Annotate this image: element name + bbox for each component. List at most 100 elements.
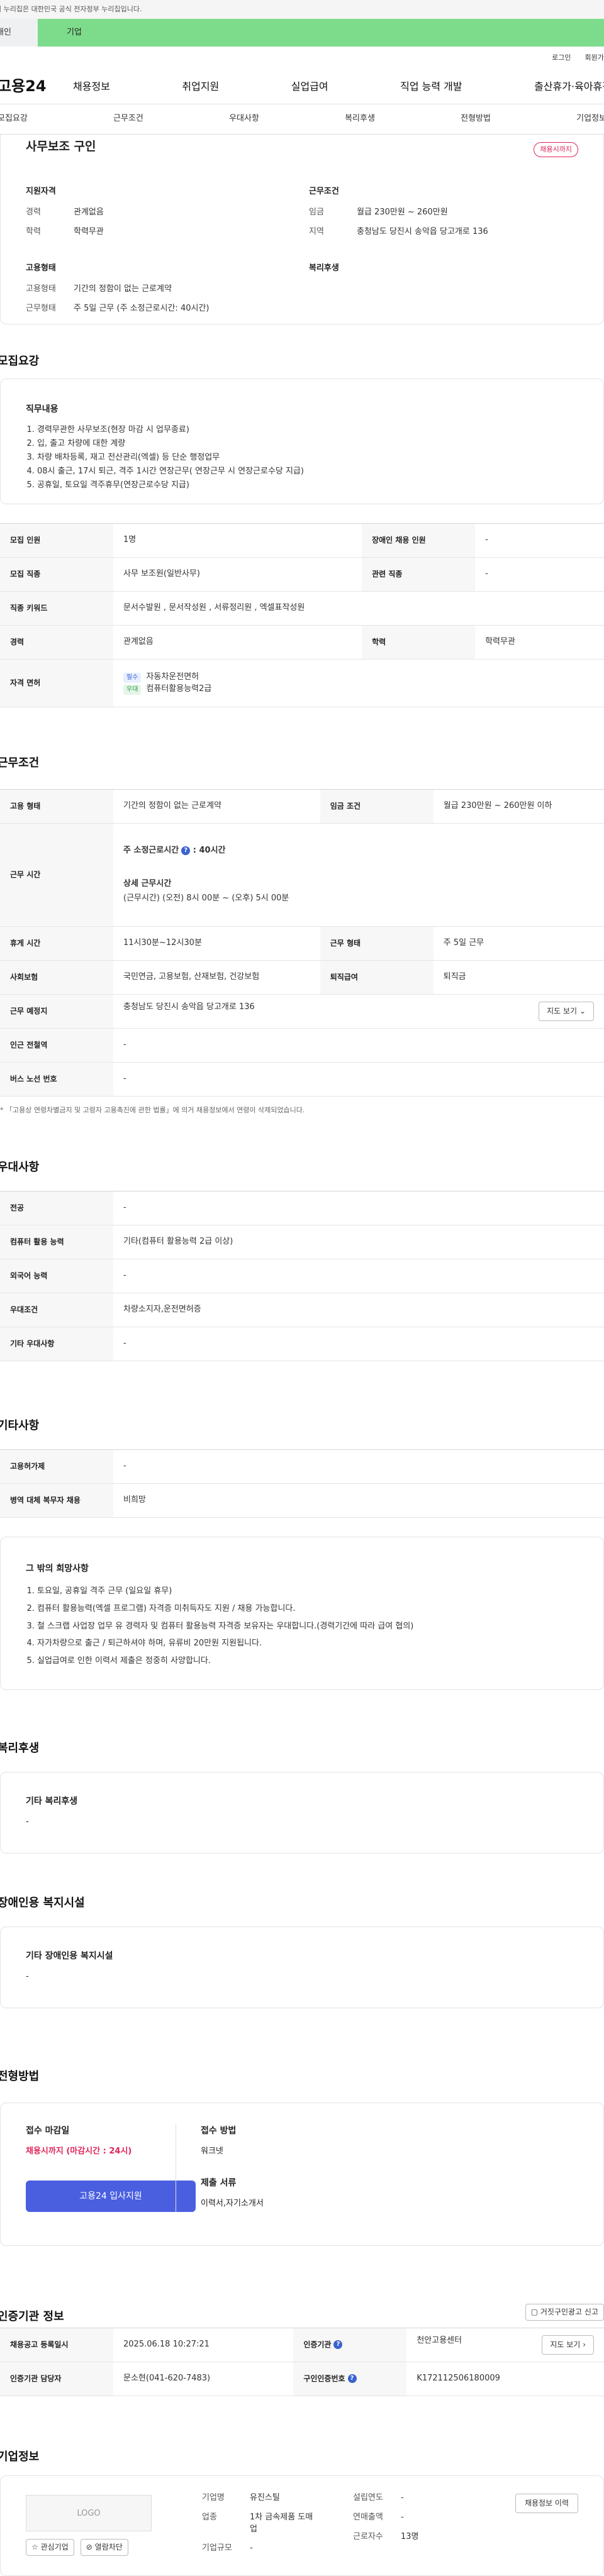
license-value: 필수 자동차운전면허 우대 컴퓨터활용능력2급 <box>113 659 604 707</box>
other-requests-title: 그 밖의 희망사항 <box>26 1563 89 1574</box>
help-icon[interactable]: ? <box>333 2340 343 2350</box>
gnb-item-support[interactable]: 취업지원 <box>182 79 219 94</box>
process-title: 전형방법 <box>0 2069 40 2083</box>
method-value: 워크넷 <box>201 2147 223 2157</box>
major-label: 전공 <box>0 1191 113 1225</box>
emptype-label: 고용형태 <box>26 284 56 294</box>
block-button[interactable]: ⊘ 열람차단 <box>80 2538 128 2557</box>
count-label: 모집 인원 <box>0 523 113 558</box>
util-bar: 로그인 회원가입 <box>0 47 604 69</box>
org-map-button[interactable]: 지도 보기 › <box>542 2335 594 2355</box>
gnb-item-unemployment[interactable]: 실업급여 <box>291 79 328 94</box>
employees-value: 13명 <box>401 2531 419 2541</box>
subnav-recruit[interactable]: 모집요강 <box>0 113 28 125</box>
year-value: - <box>401 2492 404 2502</box>
worktype-label: 근무형태 <box>26 303 56 313</box>
wage-cond-label: 임금 조건 <box>320 789 433 824</box>
qualification-block: 지원자격 경력 관계없음 학력 학력무관 <box>26 186 277 246</box>
hire-permit-value: - <box>113 1449 604 1484</box>
manager-label: 인증기관 담당자 <box>0 2362 113 2396</box>
industry-value: 1차 금속제품 도매업 <box>250 2512 313 2534</box>
duty-item: 차량 배차등록, 재고 전산관리(엑셀) 등 단순 행정업무 <box>37 452 578 464</box>
login-link[interactable]: 로그인 <box>552 53 571 63</box>
subnav-welfare[interactable]: 복리후생 <box>345 113 375 125</box>
severance-value: 퇴직금 <box>433 960 604 995</box>
subnav-preferences[interactable]: 우대사항 <box>229 113 259 125</box>
gnb-item-training[interactable]: 직업 능력 개발 <box>400 79 462 94</box>
process-box: 접수 마감일 채용시까지 (마감시간 : 24시) 고용24 입사지원 접수 방… <box>0 2102 604 2246</box>
wage-cond-value: 월급 230만원 ~ 260만원 이하 <box>433 789 604 824</box>
wage-label: 임금 <box>309 207 324 217</box>
user-type-tabs: 개인 기업 <box>0 19 604 47</box>
emptype-value: 기간의 정함이 없는 근로계약 <box>74 284 172 294</box>
other-requests-box: 그 밖의 희망사항 토요일, 공휴일 격주 근무 (일요일 휴무) 컴퓨터 활용… <box>0 1536 604 1690</box>
apply-button[interactable]: 고용24 입사지원 <box>26 2181 196 2213</box>
report-button[interactable]: ▢ 거짓구인광고 신고 <box>525 2303 604 2321</box>
location-value: 충청남도 당진시 송악읍 당고개로 136 <box>357 226 488 236</box>
insurance-label: 사회보험 <box>0 960 113 995</box>
section-nav: 모집요강 근무조건 우대사항 복리후생 전형방법 기업정보 <box>0 104 604 135</box>
gnb-item-leave[interactable]: 출산휴가·육아휴직 <box>534 79 604 94</box>
rest-value: 11시30분~12시30분 <box>113 926 320 961</box>
place-text: 충청남도 당진시 송악읍 당고개로 136 <box>123 1002 255 1012</box>
job-label: 모집 직종 <box>0 557 113 592</box>
method-title: 접수 방법 <box>201 2125 237 2136</box>
job-title: 사무보조 구인 <box>26 140 96 153</box>
join-link[interactable]: 회원가입 <box>585 53 604 63</box>
language-value: - <box>113 1259 604 1293</box>
request-item: 컴퓨터 활용능력(엑셀 프로그램) 자격증 미취득자도 지원 / 채용 가능합니… <box>37 1601 578 1617</box>
sales-value: - <box>401 2512 404 2522</box>
pref-cond-label: 우대조건 <box>0 1293 113 1327</box>
welfare-box: 기타 복리후생 - <box>0 1771 604 1854</box>
company-name-label: 기업명 <box>202 2492 225 2502</box>
other-title: 기타사항 <box>0 1418 40 1432</box>
docs-title: 제출 서류 <box>201 2178 237 2189</box>
docs-value: 이력서,자기소개서 <box>201 2199 264 2209</box>
site-logo[interactable]: 고용24 <box>0 75 73 97</box>
edu-row-value: 학력무관 <box>475 625 604 660</box>
deadline-badge: 채용시까지 <box>534 142 578 157</box>
preferred-tag: 우대 <box>123 684 142 695</box>
major-value: - <box>113 1191 604 1225</box>
rest-label: 휴게 시간 <box>0 926 113 961</box>
company-logo: LOGO <box>26 2494 152 2531</box>
army-label: 병역 대체 복무자 채용 <box>0 1483 113 1518</box>
help-icon[interactable]: ? <box>181 846 191 855</box>
license-1: 자동차운전면허 <box>146 672 199 682</box>
keyword-value: 문서수발원 , 문서작성원 , 서류정리원 , 엑셀표작성원 <box>113 591 604 626</box>
map-button[interactable]: 지도 보기 ⌄ <box>539 1001 594 1022</box>
education-value: 학력무관 <box>74 226 104 236</box>
hire-history-button[interactable]: 채용정보 이력 <box>515 2493 578 2514</box>
gnb-item-jobs[interactable]: 채용정보 <box>73 79 110 94</box>
weekly-hours-value: : 40시간 <box>193 846 226 856</box>
subnav-process[interactable]: 전형방법 <box>461 113 491 125</box>
employees-label: 근로자수 <box>353 2531 383 2541</box>
keyword-label: 직종 키워드 <box>0 591 113 626</box>
cert-section-header: 인증기관 정보 ▢ 거짓구인광고 신고 <box>0 2246 604 2328</box>
pref-section-header: 우대사항 <box>0 1124 604 1191</box>
subnav-company[interactable]: 기업정보 <box>576 113 604 125</box>
duty-item: 공휴일, 토요일 격주휴무(연장근로수당 지급) <box>37 480 578 492</box>
recruit-section-header: 모집요강 <box>0 324 604 379</box>
bus-value: - <box>113 1062 604 1097</box>
detail-hours-title: 상세 근무시간 <box>123 879 172 889</box>
related-value: - <box>475 557 604 592</box>
severance-label: 퇴직급여 <box>320 960 433 995</box>
global-nav: 고용24 채용정보 취업지원 실업급여 직업 능력 개발 출산휴가·육아휴직 <box>0 69 604 104</box>
gov-notice: 이 누리집은 대한민국 공식 전자정부 누리집입니다. <box>0 0 604 19</box>
form-value: 주 5일 근무 <box>433 926 604 961</box>
help-icon[interactable]: ? <box>347 2374 357 2384</box>
edu-row-label: 학력 <box>362 625 476 660</box>
disab-value: - <box>26 1972 29 1982</box>
tab-company[interactable]: 기업 <box>38 19 604 47</box>
tab-person[interactable]: 개인 <box>0 19 38 47</box>
welfare-value: - <box>26 1817 29 1827</box>
favorite-button[interactable]: ☆ 관심기업 <box>26 2538 74 2557</box>
detail-hours-value: (근무시간) (오전) 8시 00분 ~ (오후) 5시 00분 <box>123 893 289 903</box>
sales-label: 연매출액 <box>353 2512 383 2522</box>
subnav-conditions[interactable]: 근무조건 <box>113 113 143 125</box>
time-value: 주 소정근로시간? : 40시간 상세 근무시간 (근무시간) (오전) 8시 … <box>113 823 604 927</box>
report-icon: ▢ <box>530 2307 539 2316</box>
subway-value: - <box>113 1028 604 1063</box>
work-title: 근무조건 <box>0 756 40 770</box>
